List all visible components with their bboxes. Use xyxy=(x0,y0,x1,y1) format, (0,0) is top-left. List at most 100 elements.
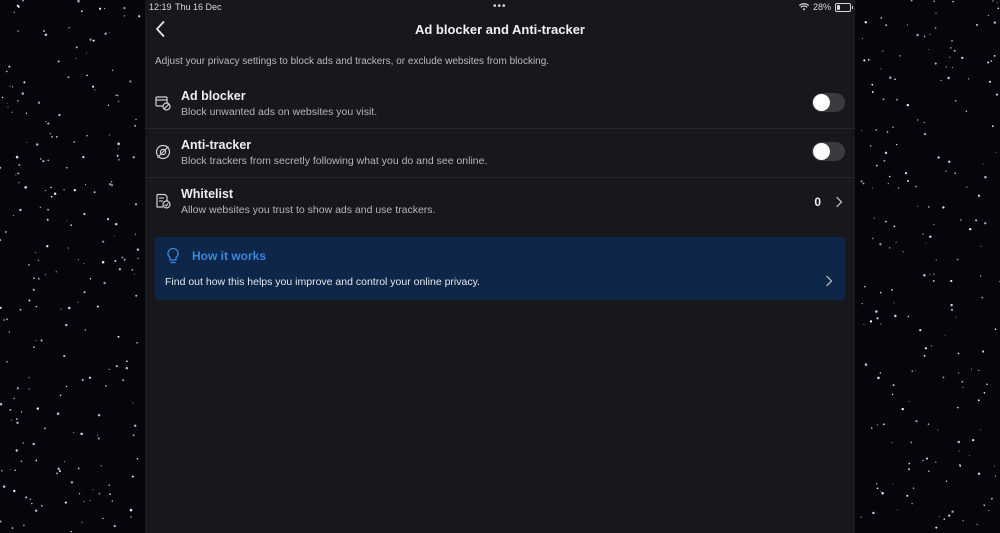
star xyxy=(887,182,889,185)
star xyxy=(995,93,999,96)
star xyxy=(935,259,937,261)
ad-blocker-toggle[interactable] xyxy=(812,93,845,112)
star xyxy=(132,156,135,159)
star xyxy=(977,194,980,197)
star xyxy=(863,285,866,288)
star xyxy=(952,0,954,3)
setting-row-whitelist[interactable]: Whitelist Allow websites you trust to sh… xyxy=(145,177,855,226)
star xyxy=(94,89,96,91)
star xyxy=(881,492,884,495)
star xyxy=(934,62,937,65)
star xyxy=(869,320,873,323)
how-it-works-card[interactable]: How it works Find out how this helps you… xyxy=(155,237,845,300)
star xyxy=(22,0,24,2)
star xyxy=(875,483,878,485)
star xyxy=(940,79,942,82)
star xyxy=(97,413,101,417)
star xyxy=(98,7,102,10)
star xyxy=(108,368,110,370)
star xyxy=(6,102,8,104)
star xyxy=(951,39,953,42)
star xyxy=(892,126,894,129)
star xyxy=(28,264,30,266)
star xyxy=(2,485,6,488)
star xyxy=(117,100,120,102)
anti-tracker-toggle[interactable] xyxy=(812,142,845,161)
star xyxy=(911,370,914,372)
star xyxy=(892,384,895,387)
star xyxy=(40,158,42,160)
star xyxy=(927,423,930,425)
star xyxy=(880,68,882,70)
star xyxy=(59,394,62,397)
star xyxy=(44,189,46,192)
star xyxy=(55,271,57,273)
star xyxy=(894,314,897,318)
star xyxy=(871,83,874,86)
star xyxy=(877,376,880,380)
star xyxy=(13,397,15,400)
star xyxy=(958,450,960,452)
star xyxy=(889,76,892,79)
star xyxy=(88,376,91,379)
star xyxy=(22,442,24,444)
star xyxy=(35,509,38,512)
star xyxy=(136,457,139,460)
star xyxy=(958,372,960,374)
star xyxy=(40,339,43,342)
star xyxy=(0,166,2,169)
star xyxy=(863,59,866,62)
star xyxy=(929,274,931,276)
star xyxy=(85,184,87,186)
star xyxy=(80,432,83,436)
star xyxy=(893,302,895,304)
star xyxy=(83,500,85,502)
star xyxy=(83,263,85,265)
star xyxy=(997,7,1000,10)
star xyxy=(65,323,68,327)
star xyxy=(55,136,58,138)
star xyxy=(11,527,14,529)
star xyxy=(908,462,911,465)
star xyxy=(45,273,46,275)
star xyxy=(81,521,83,523)
star xyxy=(956,258,959,261)
star xyxy=(925,457,928,460)
star xyxy=(46,245,49,248)
star xyxy=(86,52,88,54)
star xyxy=(15,174,17,176)
star xyxy=(16,4,19,7)
star xyxy=(125,367,128,370)
star xyxy=(895,143,898,146)
star xyxy=(73,141,75,143)
star xyxy=(47,122,50,125)
star xyxy=(910,441,913,444)
star xyxy=(23,524,25,527)
star xyxy=(870,145,872,147)
star xyxy=(83,213,86,216)
star xyxy=(0,306,2,309)
star xyxy=(133,424,137,427)
star xyxy=(28,299,31,302)
star xyxy=(13,489,16,493)
star xyxy=(47,208,50,211)
star xyxy=(901,407,904,411)
star xyxy=(948,160,951,163)
star xyxy=(954,100,957,102)
multitasking-dots-icon[interactable]: ••• xyxy=(493,2,507,12)
star xyxy=(132,402,134,404)
star xyxy=(955,316,957,318)
star xyxy=(73,432,75,434)
star xyxy=(995,151,997,153)
star xyxy=(17,99,19,102)
star xyxy=(942,376,945,379)
star xyxy=(925,242,927,244)
star xyxy=(988,509,990,511)
star xyxy=(47,159,50,162)
star xyxy=(916,119,919,121)
star xyxy=(33,277,35,280)
star xyxy=(44,427,46,430)
star xyxy=(933,224,935,226)
star xyxy=(8,65,11,68)
star xyxy=(57,467,60,471)
